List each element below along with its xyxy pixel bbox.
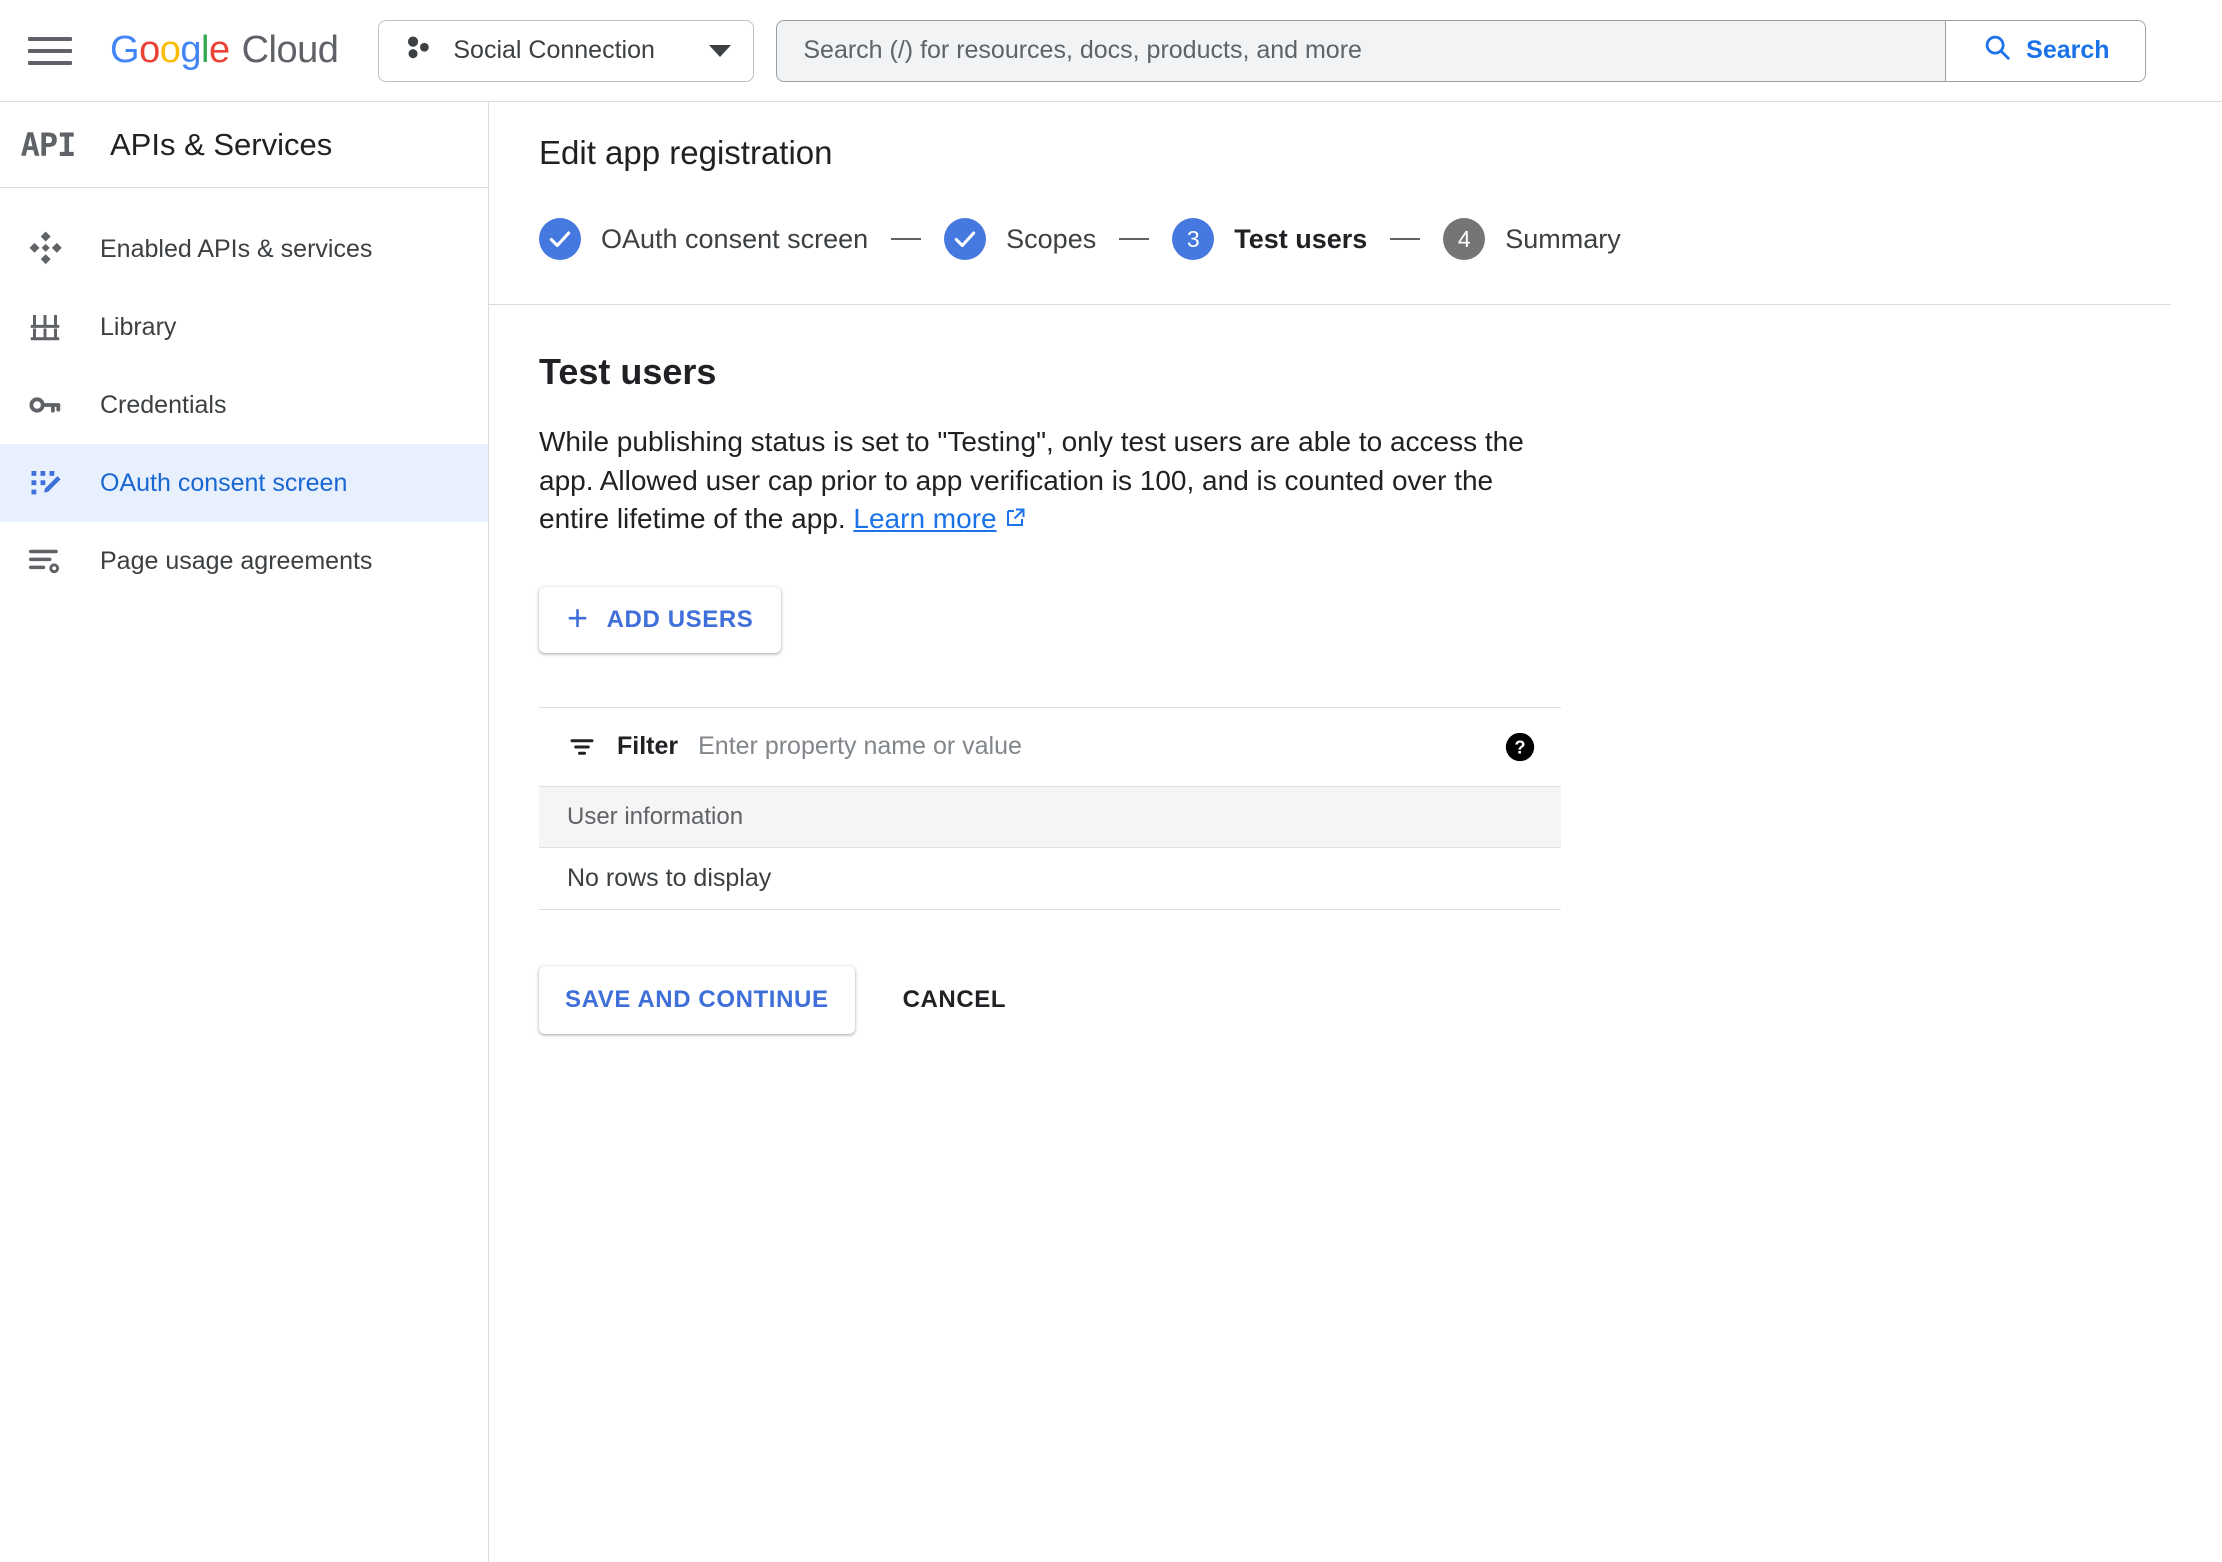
key-icon — [22, 382, 68, 428]
empty-state-text: No rows to display — [567, 863, 772, 892]
table-header-row: User information — [539, 785, 1561, 848]
sidebar-nav: Enabled APIs & services Library Credenti… — [0, 188, 488, 600]
section-heading: Test users — [539, 351, 717, 392]
section-description: While publishing status is set to "Testi… — [539, 423, 1539, 541]
chevron-down-icon — [709, 44, 732, 57]
sidebar-item-page-usage-agreements[interactable]: Page usage agreements — [0, 522, 488, 600]
add-users-button[interactable]: + ADD USERS — [539, 586, 782, 653]
search-button-label: Search — [2026, 36, 2110, 64]
step-number: 3 — [1172, 218, 1215, 260]
step-oauth-consent-screen[interactable]: OAuth consent screen — [539, 218, 868, 260]
step-test-users[interactable]: 3 Test users — [1172, 218, 1367, 260]
sidebar-item-label: Library — [100, 312, 177, 341]
plus-icon: + — [567, 596, 589, 638]
wizard-stepper: OAuth consent screen Scopes 3 Test users… — [489, 172, 2171, 305]
learn-more-link[interactable]: Learn more — [853, 503, 996, 534]
project-name: Social Connection — [453, 36, 655, 64]
save-and-continue-button[interactable]: SAVE AND CONTINUE — [539, 965, 855, 1034]
cloud-wordmark: Cloud — [241, 29, 339, 71]
open-in-new-icon[interactable] — [1003, 502, 1027, 541]
test-users-section: Test users While publishing status is se… — [489, 305, 2222, 1034]
add-users-label: ADD USERS — [606, 605, 754, 633]
step-summary[interactable]: 4 Summary — [1443, 218, 1621, 260]
step-label: Summary — [1505, 223, 1621, 254]
sidebar-item-label: OAuth consent screen — [100, 468, 348, 497]
test-users-table: Filter ? User information No rows to dis… — [539, 706, 1561, 910]
filter-label: Filter — [617, 732, 679, 761]
table-empty-row: No rows to display — [539, 848, 1561, 910]
hamburger-bar — [28, 36, 72, 41]
sidebar-item-label: Credentials — [100, 390, 227, 419]
sidebar-item-label: Page usage agreements — [100, 546, 373, 575]
search-button[interactable]: Search — [1945, 20, 2146, 81]
filter-bar: Filter ? — [539, 708, 1561, 786]
step-separator — [1119, 238, 1150, 240]
main-content: Edit app registration OAuth consent scre… — [489, 102, 2222, 1562]
sidebar-header: API APIs & Services — [0, 102, 488, 188]
sidebar: API APIs & Services Enabled APIs & servi… — [0, 102, 489, 1562]
form-actions: SAVE AND CONTINUE CANCEL — [539, 965, 2222, 1034]
svg-text:?: ? — [1514, 736, 1525, 757]
sidebar-item-oauth-consent-screen[interactable]: OAuth consent screen — [0, 444, 488, 522]
step-scopes[interactable]: Scopes — [944, 218, 1096, 260]
learn-more-label: Learn more — [853, 503, 997, 535]
sidebar-item-library[interactable]: Library — [0, 288, 488, 366]
project-selector[interactable]: Social Connection — [378, 19, 755, 82]
google-wordmark: Google — [110, 29, 230, 71]
sidebar-item-label: Enabled APIs & services — [100, 234, 373, 263]
hamburger-bar — [28, 60, 72, 65]
search-input[interactable] — [777, 20, 1946, 81]
filter-icon[interactable] — [567, 732, 597, 762]
page-title: Edit app registration — [539, 134, 833, 171]
step-label: Scopes — [1006, 223, 1097, 254]
diamond-cluster-icon — [22, 226, 68, 272]
top-app-bar: Google Cloud Social Connection Search — [0, 0, 2222, 102]
step-separator — [891, 238, 922, 240]
check-icon — [539, 218, 581, 260]
project-hexagons-icon — [401, 31, 435, 70]
consent-screen-pencil-icon — [22, 460, 68, 506]
step-label: Test users — [1234, 223, 1368, 254]
library-columns-icon — [22, 304, 68, 350]
step-label: OAuth consent screen — [601, 223, 869, 254]
google-cloud-logo[interactable]: Google Cloud — [110, 29, 339, 72]
app-body: API APIs & Services Enabled APIs & servi… — [0, 102, 2222, 1562]
cancel-button[interactable]: CANCEL — [881, 966, 1029, 1034]
hamburger-bar — [28, 48, 72, 53]
sidebar-title: APIs & Services — [110, 126, 333, 162]
api-badge-icon: API — [20, 125, 77, 164]
sidebar-item-enabled-apis[interactable]: Enabled APIs & services — [0, 210, 488, 288]
hamburger-menu-icon[interactable] — [28, 28, 74, 74]
filter-input[interactable] — [698, 732, 1483, 762]
check-icon — [944, 218, 987, 260]
search-icon — [1982, 32, 2012, 69]
step-number: 4 — [1443, 218, 1486, 260]
sidebar-item-credentials[interactable]: Credentials — [0, 366, 488, 444]
step-separator — [1390, 238, 1421, 240]
agreements-gear-icon — [22, 538, 68, 584]
description-text: While publishing status is set to "Testi… — [539, 426, 1524, 535]
column-header-user-information: User information — [567, 802, 744, 830]
global-search: Search — [776, 19, 2147, 82]
help-circle-icon[interactable]: ? — [1503, 730, 1537, 764]
